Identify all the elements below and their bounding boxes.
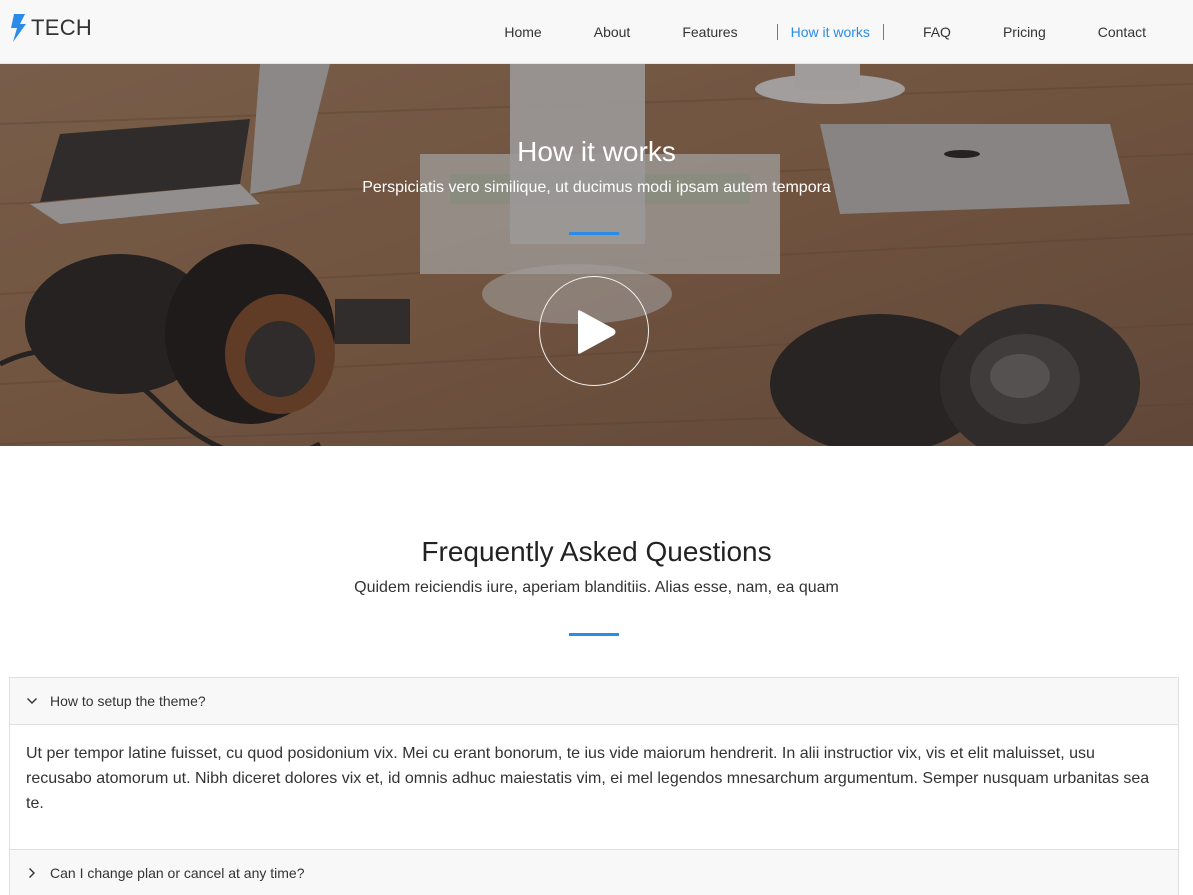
nav-item-contact[interactable]: Contact: [1085, 24, 1159, 40]
nav-item-faq[interactable]: FAQ: [910, 24, 964, 40]
faq-question-label: How to setup the theme?: [50, 693, 206, 709]
nav-item-home[interactable]: Home: [491, 24, 554, 40]
brand-logo[interactable]: TECH: [9, 14, 92, 42]
hero-subtitle: Perspiciatis vero similique, ut ducimus …: [362, 179, 831, 196]
brand-name: TECH: [31, 15, 93, 40]
main-nav: Home About Features How it works FAQ Pri…: [478, 0, 1193, 64]
faq-accordion: How to setup the theme? Ut per tempor la…: [9, 677, 1179, 895]
faq-title: Frequently Asked Questions: [421, 536, 772, 567]
hero-title: How it works: [517, 136, 676, 167]
faq-answer: Ut per tempor latine fuisset, cu quod po…: [10, 725, 1178, 850]
hero-section: How it works Perspiciatis vero similique…: [0, 64, 1193, 446]
nav-item-about[interactable]: About: [581, 24, 644, 40]
faq-question-label: Can I change plan or cancel at any time?: [50, 865, 305, 881]
play-video-button[interactable]: [539, 276, 649, 386]
top-navbar: TECH Home About Features How it works FA…: [0, 0, 1193, 64]
faq-subtitle: Quidem reiciendis iure, aperiam blanditi…: [354, 579, 839, 596]
chevron-down-icon: [26, 695, 38, 707]
bolt-icon: [11, 14, 26, 42]
hero-overlay: [0, 64, 1193, 446]
nav-item-pricing[interactable]: Pricing: [990, 24, 1059, 40]
chevron-right-icon: [26, 867, 38, 879]
nav-item-how-it-works[interactable]: How it works: [776, 24, 884, 40]
faq-question-setup-theme[interactable]: How to setup the theme?: [10, 678, 1178, 725]
nav-item-features[interactable]: Features: [669, 24, 750, 40]
faq-question-change-plan[interactable]: Can I change plan or cancel at any time?: [10, 850, 1178, 895]
faq-divider: [569, 633, 619, 636]
hero-divider: [569, 232, 619, 235]
play-icon: [578, 310, 616, 354]
